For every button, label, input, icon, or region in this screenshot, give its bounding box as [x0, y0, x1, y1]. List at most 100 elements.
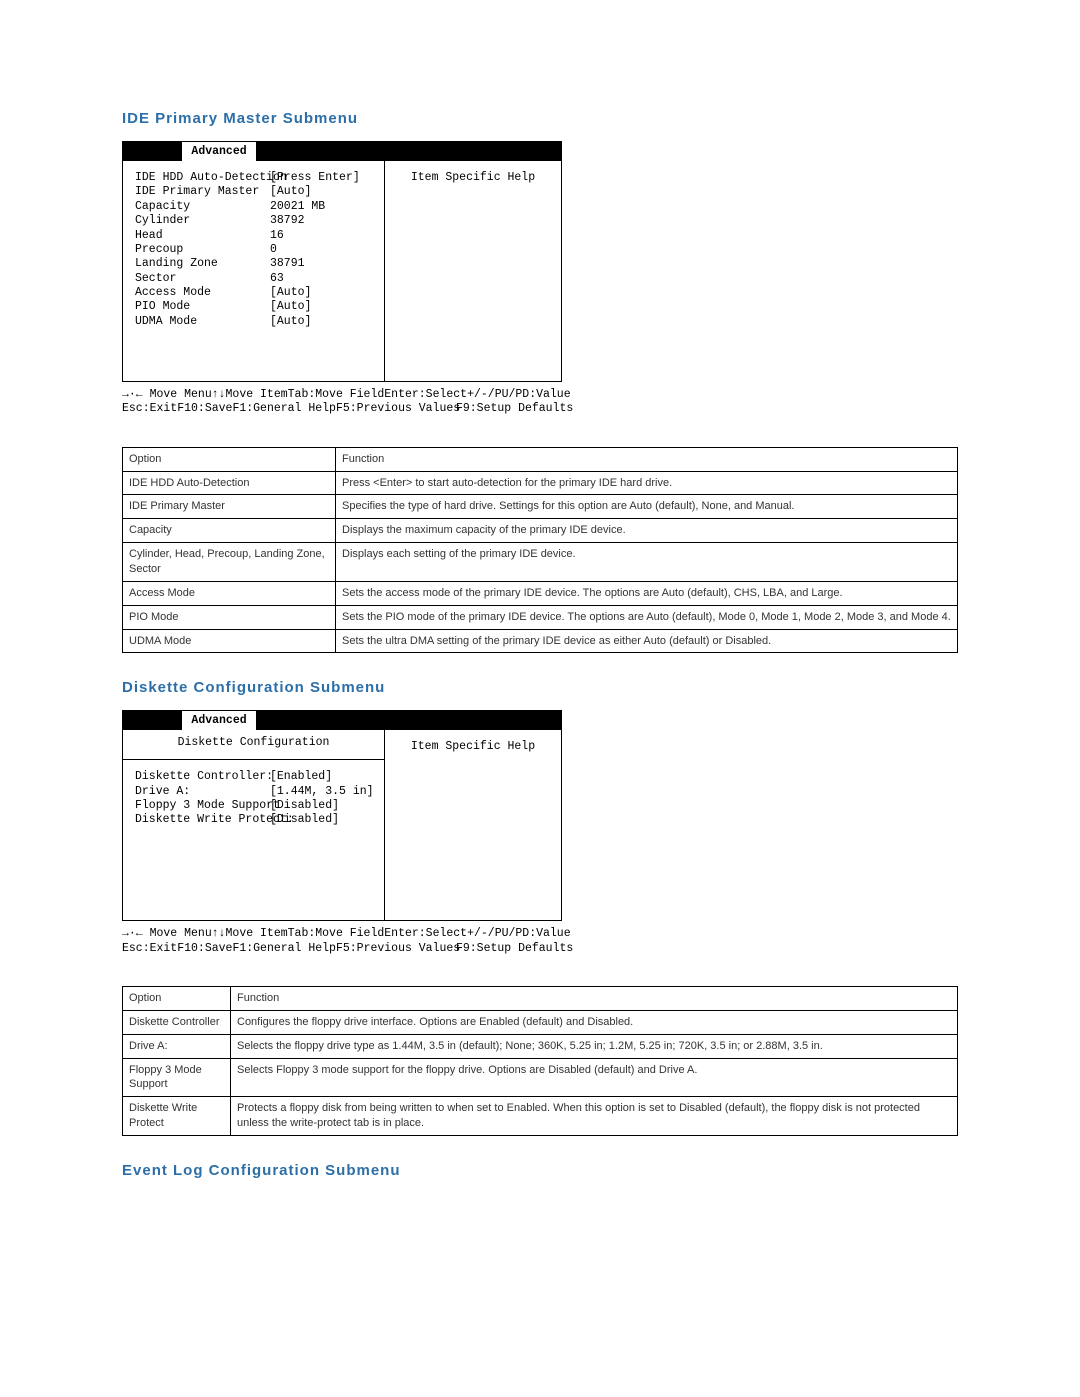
page: IDE Primary Master Submenu Advanced IDE …	[0, 0, 1080, 1393]
bios-key-legend: →·← Move Menu↑↓Move ItemTab:Move FieldEn…	[122, 927, 560, 956]
bios-row: Diskette Write Protect:[Disabled]	[135, 813, 376, 827]
table-cell: Diskette Write Protect	[123, 1097, 231, 1136]
table-cell: Displays each setting of the primary IDE…	[336, 543, 958, 582]
table-cell: Selects Floppy 3 mode support for the fl…	[231, 1058, 958, 1097]
table-cell: Configures the floppy drive interface. O…	[231, 1010, 958, 1034]
bios-help-pane: Item Specific Help	[385, 730, 561, 920]
legend-cell: Esc:Exit	[122, 402, 177, 416]
bios-row: Cylinder38792	[135, 214, 376, 228]
bios-row-label: IDE HDD Auto-Detection	[135, 171, 270, 185]
bios-row-label: Landing Zone	[135, 257, 270, 271]
table-cell: Sets the access mode of the primary IDE …	[336, 581, 958, 605]
table-cell: Capacity	[123, 519, 336, 543]
table-row: IDE Primary MasterSpecifies the type of …	[123, 495, 958, 519]
bios-row-label: Floppy 3 Mode Support	[135, 799, 270, 813]
table-cell: Displays the maximum capacity of the pri…	[336, 519, 958, 543]
table-cell: Floppy 3 Mode Support	[123, 1058, 231, 1097]
table-row: Cylinder, Head, Precoup, Landing Zone, S…	[123, 543, 958, 582]
table-header-cell: Option	[123, 447, 336, 471]
bios-row-value: [1.44M, 3.5 in]	[270, 785, 376, 799]
legend-cell: ↑↓Move Item	[212, 927, 288, 941]
table-header-row: OptionFunction	[123, 447, 958, 471]
bios-row: IDE Primary Master[Auto]	[135, 185, 376, 199]
table-row: Drive A:Selects the floppy drive type as…	[123, 1034, 958, 1058]
legend-cell: →·← Move Menu	[122, 388, 212, 402]
bios-row: UDMA Mode[Auto]	[135, 315, 376, 329]
legend-cell: F1:General Help	[232, 402, 336, 416]
bios-row: Capacity20021 MB	[135, 200, 376, 214]
ide-bios-screenshot: Advanced IDE HDD Auto-Detection[Press En…	[122, 141, 958, 417]
ide-section-title: IDE Primary Master Submenu	[122, 110, 958, 127]
table-header-cell: Option	[123, 987, 231, 1011]
legend-cell: →·← Move Menu	[122, 927, 212, 941]
bios-key-legend: →·← Move Menu↑↓Move ItemTab:Move FieldEn…	[122, 388, 560, 417]
bios-settings-pane: IDE HDD Auto-Detection[Press Enter]IDE P…	[123, 161, 385, 381]
bios-row-value: [Disabled]	[270, 813, 376, 827]
bios-row-label: Diskette Write Protect:	[135, 813, 270, 827]
bios-row-value: 0	[270, 243, 376, 257]
table-cell: Sets the PIO mode of the primary IDE dev…	[336, 605, 958, 629]
bios-row: Sector63	[135, 272, 376, 286]
legend-cell: +/-/PU/PD:Value	[467, 927, 571, 941]
bios-row-label: PIO Mode	[135, 300, 270, 314]
legend-cell: Tab:Move Field	[288, 388, 385, 402]
legend-cell: Esc:Exit	[122, 942, 177, 956]
table-cell: Cylinder, Head, Precoup, Landing Zone, S…	[123, 543, 336, 582]
bios-menubar: Advanced	[123, 711, 561, 730]
legend-cell: ↑↓Move Item	[212, 388, 288, 402]
menubar-pad-left	[123, 711, 182, 730]
bios-row: Floppy 3 Mode Support[Disabled]	[135, 799, 376, 813]
table-row: Floppy 3 Mode SupportSelects Floppy 3 mo…	[123, 1058, 958, 1097]
bios-row-label: Precoup	[135, 243, 270, 257]
legend-cell: Enter:Select	[384, 388, 467, 402]
legend-cell: F1:General Help	[232, 942, 336, 956]
menubar-advanced-tab: Advanced	[182, 142, 255, 161]
menubar-pad-right	[256, 711, 440, 730]
bios-row: PIO Mode[Auto]	[135, 300, 376, 314]
bios-help-pane: Item Specific Help	[385, 161, 561, 381]
bios-row-value: 16	[270, 229, 376, 243]
bios-subtitle: Diskette Configuration	[123, 736, 384, 760]
table-row: Diskette ControllerConfigures the floppy…	[123, 1010, 958, 1034]
bios-row-value: [Auto]	[270, 300, 376, 314]
bios-row-label: Diskette Controller:	[135, 770, 270, 784]
bios-row-label: Cylinder	[135, 214, 270, 228]
bios-row: IDE HDD Auto-Detection[Press Enter]	[135, 171, 376, 185]
table-cell: PIO Mode	[123, 605, 336, 629]
bios-row-value: 20021 MB	[270, 200, 376, 214]
legend-cell: F5:Previous Values	[336, 942, 456, 956]
bios-row-value: [Enabled]	[270, 770, 376, 784]
table-cell: Sets the ultra DMA setting of the primar…	[336, 629, 958, 653]
bios-row-label: UDMA Mode	[135, 315, 270, 329]
bios-help-title: Item Specific Help	[393, 740, 553, 763]
bios-row: Diskette Controller:[Enabled]	[135, 770, 376, 784]
table-cell: Protects a floppy disk from being writte…	[231, 1097, 958, 1136]
menubar-advanced-tab: Advanced	[182, 711, 255, 730]
bios-row-value: [Auto]	[270, 286, 376, 300]
legend-cell: Enter:Select	[384, 927, 467, 941]
menubar-pad-left	[123, 142, 182, 161]
table-header-cell: Function	[231, 987, 958, 1011]
table-header-row: OptionFunction	[123, 987, 958, 1011]
legend-cell: Tab:Move Field	[288, 927, 385, 941]
table-cell: Drive A:	[123, 1034, 231, 1058]
table-cell: Selects the floppy drive type as 1.44M, …	[231, 1034, 958, 1058]
table-cell: IDE HDD Auto-Detection	[123, 471, 336, 495]
bios-row: Head16	[135, 229, 376, 243]
legend-cell: F10:Save	[177, 942, 232, 956]
legend-cell: F9:Setup Defaults	[456, 402, 573, 416]
bios-settings-pane: Diskette Configuration Diskette Controll…	[123, 730, 385, 920]
bios-help-title: Item Specific Help	[393, 171, 553, 194]
diskette-options-table: OptionFunctionDiskette ControllerConfigu…	[122, 986, 958, 1136]
table-row: PIO ModeSets the PIO mode of the primary…	[123, 605, 958, 629]
bios-row-value: [Disabled]	[270, 799, 376, 813]
table-cell: UDMA Mode	[123, 629, 336, 653]
bios-row-label: Capacity	[135, 200, 270, 214]
table-row: Diskette Write ProtectProtects a floppy …	[123, 1097, 958, 1136]
bios-row: Landing Zone38791	[135, 257, 376, 271]
bios-row-value: [Auto]	[270, 315, 376, 329]
menubar-pad-right	[256, 142, 440, 161]
bios-row-label: Drive A:	[135, 785, 270, 799]
bios-row-value: 38791	[270, 257, 376, 271]
table-cell: Diskette Controller	[123, 1010, 231, 1034]
